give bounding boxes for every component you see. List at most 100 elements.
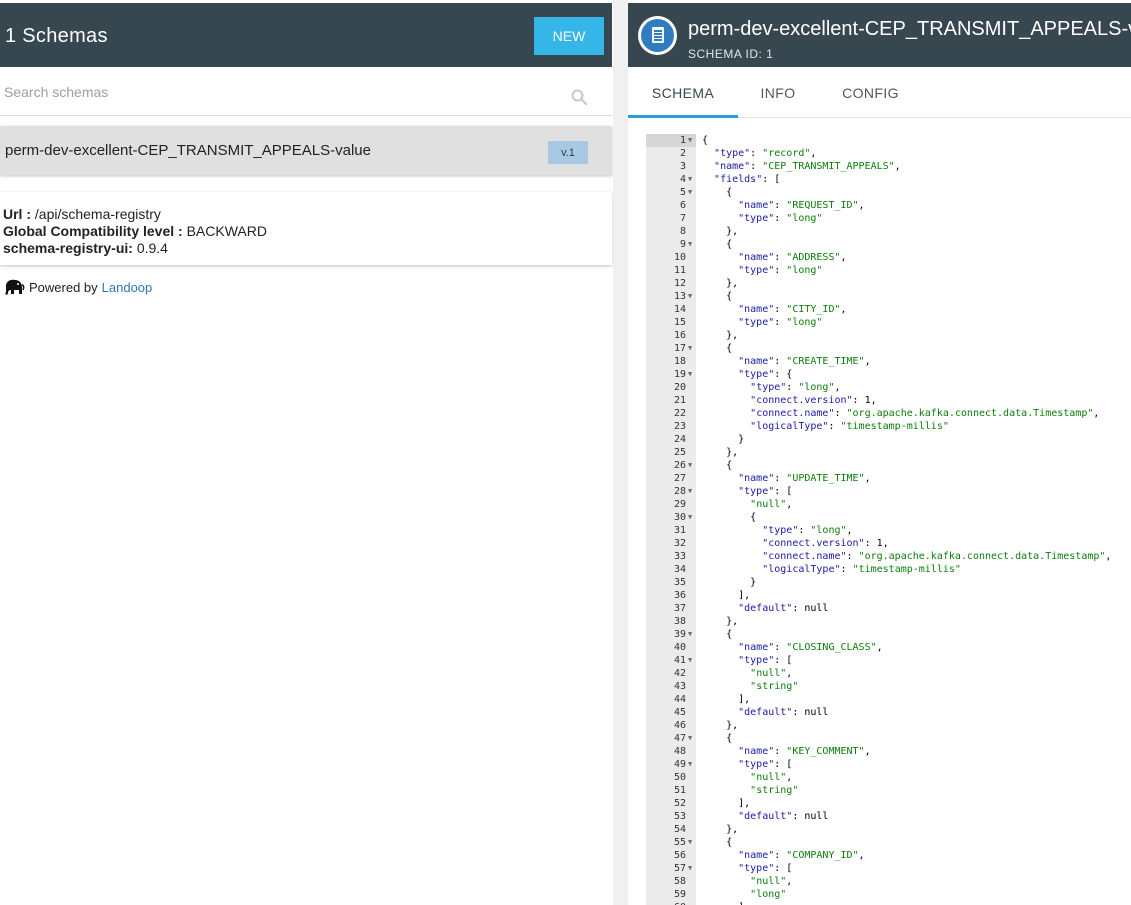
search-icon[interactable]	[570, 88, 588, 106]
code-text: }	[702, 434, 745, 445]
line-number: 11	[673, 265, 686, 276]
fold-toggle-icon[interactable]: ▼	[688, 342, 692, 355]
compatibility-label: Global Compatibility level :	[3, 223, 183, 239]
fold-toggle-icon[interactable]: ▼	[688, 173, 692, 186]
line-number: 34	[673, 564, 686, 575]
code-text: "name": "UPDATE_TIME",	[738, 473, 871, 484]
fold-toggle-icon[interactable]: ▼	[688, 459, 692, 472]
line-number: 53	[673, 811, 686, 822]
compatibility-info: Global Compatibility level : BACKWARD	[3, 223, 267, 239]
line-number: 1	[679, 135, 686, 146]
line-number: 37	[673, 603, 686, 614]
line-number: 24	[673, 434, 686, 445]
schema-detail-title: perm-dev-excellent-CEP_TRANSMIT_APPEALS-…	[688, 18, 1131, 40]
version-badge: v.1	[548, 141, 588, 164]
line-number: 46	[673, 720, 686, 731]
line-number: 40	[673, 642, 686, 653]
fold-toggle-icon[interactable]: ▼	[688, 511, 692, 524]
line-number: 28	[673, 486, 686, 497]
schema-count-title: 1 Schemas	[5, 25, 108, 47]
search-bar	[0, 68, 612, 116]
code-text: "type": {	[738, 369, 793, 380]
code-text: "type": [	[738, 759, 793, 770]
tab-schema[interactable]: SCHEMA	[628, 68, 738, 118]
fold-toggle-icon[interactable]: ▼	[688, 485, 692, 498]
code-text: "type": "long",	[762, 525, 853, 536]
code-text: {	[702, 629, 733, 640]
line-number: 16	[673, 330, 686, 341]
code-text: ],	[702, 901, 750, 905]
line-number: 31	[673, 525, 686, 536]
tab-info[interactable]: INFO	[738, 68, 818, 118]
line-number: 27	[673, 473, 686, 484]
line-number: 49	[673, 759, 686, 770]
fold-toggle-icon[interactable]: ▼	[688, 732, 692, 745]
line-number: 48	[673, 746, 686, 757]
fold-toggle-icon[interactable]: ▼	[688, 368, 692, 381]
code-text: "type": "long"	[738, 213, 823, 224]
code-text: },	[702, 330, 739, 341]
line-number: 14	[673, 304, 686, 315]
code-text: "name": "CLOSING_CLASS",	[738, 642, 883, 653]
code-text: }	[702, 577, 757, 588]
code-text: "string"	[750, 785, 799, 796]
line-number: 6	[679, 200, 686, 211]
code-text: },	[702, 278, 739, 289]
code-text: "default": null	[738, 811, 829, 822]
search-input[interactable]	[4, 80, 544, 104]
code-text: {	[702, 512, 757, 523]
fold-toggle-icon[interactable]: ▼	[688, 654, 692, 667]
fold-toggle-icon[interactable]: ▼	[688, 862, 692, 875]
code-text: "type": [	[738, 655, 793, 666]
ui-version-label: schema-registry-ui:	[3, 240, 133, 256]
code-text: "type": [	[738, 486, 793, 497]
code-text: "connect.name": "org.apache.kafka.connec…	[750, 408, 1100, 419]
url-value: /api/schema-registry	[34, 206, 161, 222]
line-number: 25	[673, 447, 686, 458]
fold-toggle-icon[interactable]: ▼	[688, 134, 692, 147]
code-text: "type": "long"	[738, 265, 823, 276]
line-number: 57	[673, 863, 686, 874]
fold-toggle-icon[interactable]: ▼	[688, 628, 692, 641]
fold-toggle-icon[interactable]: ▼	[688, 186, 692, 199]
line-number: 26	[673, 460, 686, 471]
code-text: "name": "CREATE_TIME",	[738, 356, 871, 367]
code-text: "logicalType": "timestamp-millis"	[762, 564, 961, 575]
code-text: {	[702, 460, 733, 471]
line-number: 4	[679, 174, 686, 185]
line-number: 10	[673, 252, 686, 263]
fold-toggle-icon[interactable]: ▼	[688, 836, 692, 849]
line-number: 39	[673, 629, 686, 640]
line-number: 15	[673, 317, 686, 328]
fold-toggle-icon[interactable]: ▼	[688, 758, 692, 771]
line-number: 30	[673, 512, 686, 523]
schema-list-header: 1 Schemas NEW	[0, 3, 612, 67]
new-schema-button[interactable]: NEW	[534, 17, 604, 55]
line-number: 60	[646, 901, 686, 905]
line-number: 29	[673, 499, 686, 510]
schema-code-editor[interactable]: 1 ▼{2 "type": "record", 3 "name": "CEP_TRA…	[646, 134, 1131, 905]
landoop-link[interactable]: Landoop	[102, 280, 153, 295]
line-number: 54	[673, 824, 686, 835]
line-number: 42	[673, 668, 686, 679]
code-text: "name": "CEP_TRANSMIT_APPEALS",	[714, 161, 901, 172]
powered-by-footer: Powered by Landoop	[3, 276, 152, 298]
line-number: 44	[673, 694, 686, 705]
code-text: "null",	[750, 772, 793, 783]
code-text: "type": "long"	[738, 317, 823, 328]
line-number: 7	[679, 213, 686, 224]
fold-toggle-icon[interactable]: ▼	[688, 238, 692, 251]
tab-config[interactable]: CONFIG	[828, 68, 913, 118]
code-text: {	[702, 733, 733, 744]
schema-item-name: perm-dev-excellent-CEP_TRANSMIT_APPEALS-…	[5, 142, 371, 159]
code-text: "fields": [	[714, 174, 781, 185]
schema-list-item[interactable]: perm-dev-excellent-CEP_TRANSMIT_APPEALS-…	[0, 126, 612, 175]
code-text: "name": "KEY_COMMENT",	[738, 746, 871, 757]
code-text: ],	[702, 798, 751, 809]
code-text: "long"	[750, 889, 787, 900]
code-text: "string"	[750, 681, 799, 692]
fold-toggle-icon[interactable]: ▼	[688, 290, 692, 303]
schema-id-label: SCHEMA ID: 1	[688, 47, 774, 61]
ui-version-value: 0.9.4	[136, 240, 168, 256]
code-text: ],	[702, 590, 751, 601]
